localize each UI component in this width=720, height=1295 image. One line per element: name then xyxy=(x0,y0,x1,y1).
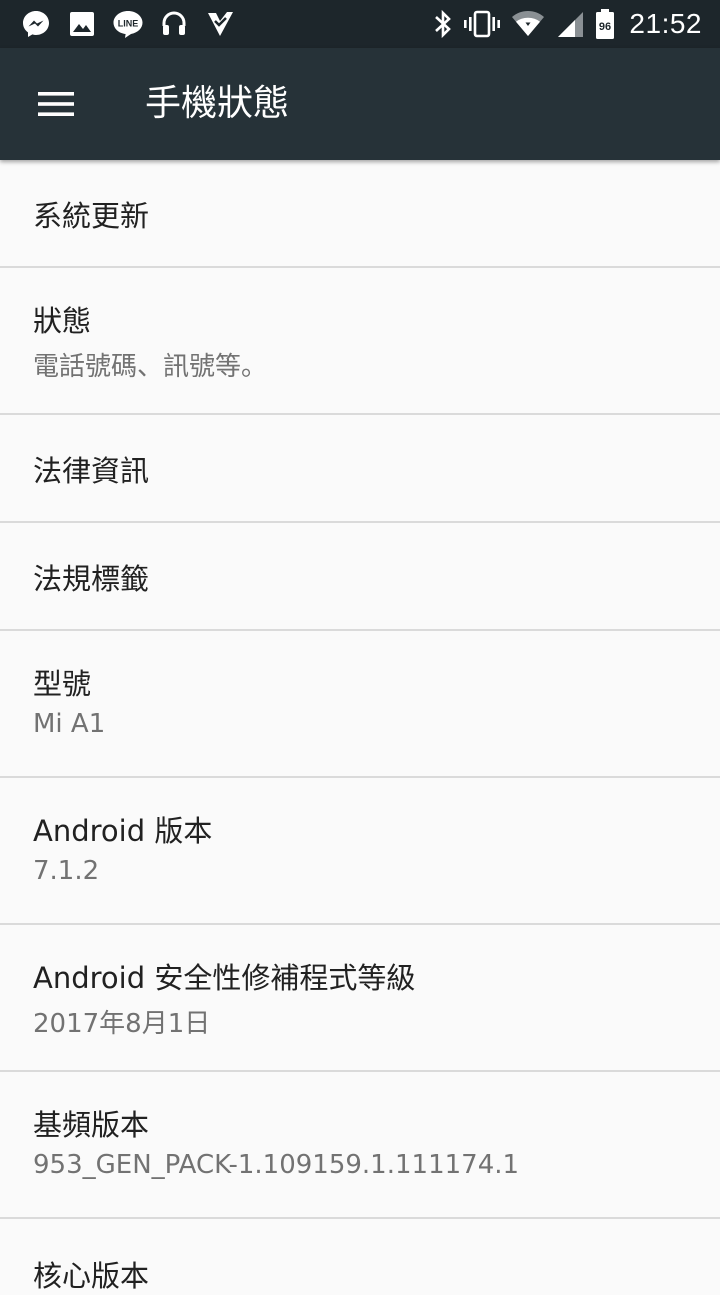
settings-item-status[interactable]: 狀態 電話號碼、訊號等。 xyxy=(0,268,720,415)
settings-item-summary: 電話號碼、訊號等。 xyxy=(33,352,268,382)
gallery-icon xyxy=(66,8,98,40)
toolbar: 手機狀態 xyxy=(0,48,720,160)
svg-text:LINE: LINE xyxy=(118,19,139,29)
settings-item-title: Android 版本 xyxy=(33,814,213,848)
settings-item-title: 核心版本 xyxy=(33,1259,150,1293)
cell-signal-icon xyxy=(555,8,585,40)
settings-list: 系統更新 狀態 電話號碼、訊號等。 法律資訊 法規標籤 型號 Mi A1 And… xyxy=(0,160,720,1293)
settings-item-summary: 953_GEN_PACK-1.109159.1.111174.1 xyxy=(33,1150,520,1180)
page-title: 手機狀態 xyxy=(145,83,290,124)
vibrate-icon xyxy=(463,8,501,40)
settings-item-model[interactable]: 型號 Mi A1 xyxy=(0,631,720,778)
settings-item-baseband-version[interactable]: 基頻版本 953_GEN_PACK-1.109159.1.111174.1 xyxy=(0,1072,720,1219)
settings-item-regulatory-labels[interactable]: 法規標籤 xyxy=(0,523,720,631)
settings-item-summary: 2017年8月1日 xyxy=(33,1009,211,1039)
settings-item-title: Android 安全性修補程式等級 xyxy=(33,961,416,995)
system-icons: 96 21:52 xyxy=(433,8,702,40)
battery-icon: 96 xyxy=(595,8,615,40)
headset-icon xyxy=(158,8,190,40)
settings-item-legal-info[interactable]: 法律資訊 xyxy=(0,415,720,523)
line-icon: LINE xyxy=(112,8,144,40)
settings-item-kernel-version[interactable]: 核心版本 xyxy=(0,1219,720,1293)
checklist-icon xyxy=(204,8,236,40)
settings-item-summary: Mi A1 xyxy=(33,709,106,739)
settings-item-title: 基頻版本 xyxy=(33,1108,150,1142)
settings-item-android-version[interactable]: Android 版本 7.1.2 xyxy=(0,778,720,925)
settings-item-summary: 7.1.2 xyxy=(33,856,100,886)
hamburger-menu-icon xyxy=(38,92,74,116)
settings-item-title: 狀態 xyxy=(33,304,92,338)
battery-level: 96 xyxy=(599,21,611,33)
clock: 21:52 xyxy=(629,8,702,39)
settings-item-title: 型號 xyxy=(33,667,92,701)
notification-icons: LINE xyxy=(20,8,236,40)
settings-item-title: 法律資訊 xyxy=(33,454,150,488)
messenger-icon xyxy=(20,8,52,40)
bluetooth-icon xyxy=(433,8,453,40)
settings-item-system-update[interactable]: 系統更新 xyxy=(0,160,720,268)
settings-item-title: 法規標籤 xyxy=(33,562,150,596)
wifi-icon xyxy=(511,8,545,40)
settings-item-title: 系統更新 xyxy=(33,199,150,233)
status-bar: LINE 96 21:52 xyxy=(0,0,720,48)
settings-item-security-patch-level[interactable]: Android 安全性修補程式等級 2017年8月1日 xyxy=(0,925,720,1072)
navigation-menu-button[interactable] xyxy=(20,68,92,140)
